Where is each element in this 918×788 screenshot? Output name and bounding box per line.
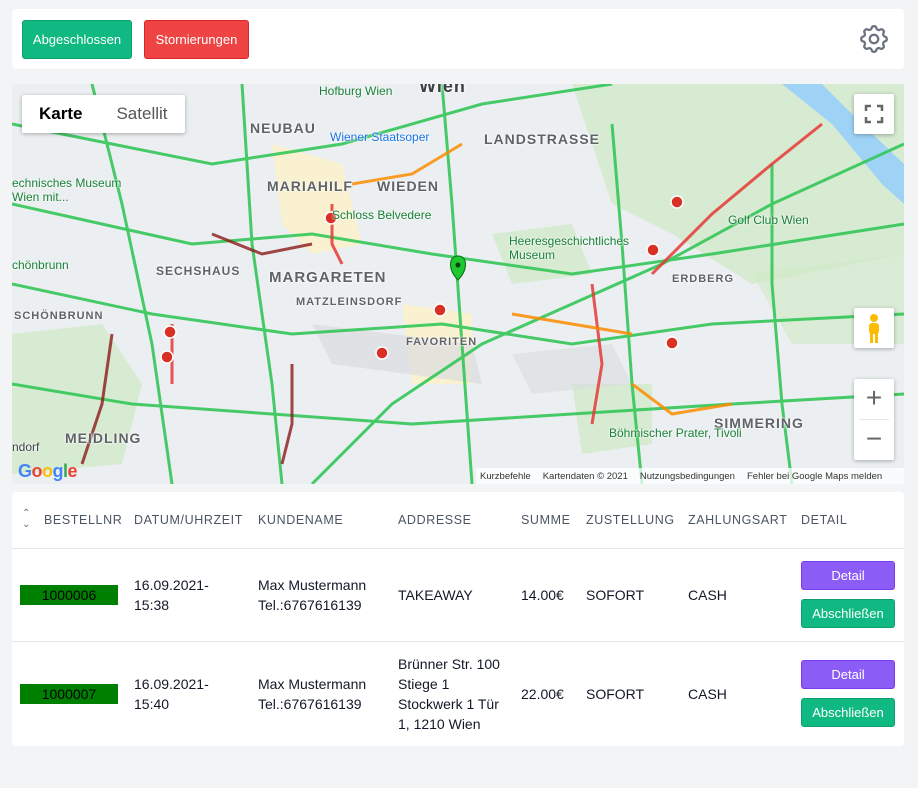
- complete-order-button[interactable]: Abschließen: [801, 698, 895, 728]
- payment-cell: CASH: [680, 548, 793, 642]
- order-number-cell: 1000006: [12, 548, 126, 642]
- order-number-cell: 1000007: [12, 641, 126, 746]
- header-customer: KUNDENAME: [250, 492, 390, 549]
- detail-button[interactable]: Detail: [801, 561, 895, 590]
- zoom-control: + −: [854, 379, 894, 460]
- district-label: WIEDEN: [377, 178, 439, 194]
- address-cell: TAKEAWAY: [390, 548, 513, 642]
- orders-table: ⌃ ⌄ BESTELLNR DATUM/UHRZEIT KUNDENAME ADD…: [12, 492, 904, 746]
- payment-cell: CASH: [688, 685, 727, 702]
- google-logo: Google: [18, 461, 78, 481]
- place-label: echnisches Museum Wien mit...: [12, 176, 122, 204]
- delivery-cell: SOFORT: [578, 548, 680, 642]
- place-label: Golf Club Wien: [728, 213, 809, 227]
- customer-cell: Max Mustermann Tel.:6767616139: [258, 675, 367, 712]
- top-toolbar: Abgeschlossen Stornierungen: [12, 9, 904, 69]
- sum-cell: 14.00€: [513, 548, 578, 642]
- place-label: Böhmischer Prater, Tivoli: [609, 426, 742, 440]
- district-label: SECHSHAUS: [156, 264, 241, 278]
- order-number-badge[interactable]: 1000006: [20, 584, 118, 605]
- district-label: SCHÖNBRUNN: [14, 310, 104, 322]
- header-detail: DETAIL: [793, 492, 904, 549]
- map-data-text: Kartendaten © 2021: [542, 470, 628, 482]
- header-delivery: ZUSTELLUNG: [578, 492, 680, 549]
- actions-cell: Detail Abschließen: [793, 548, 904, 642]
- completed-button[interactable]: Abgeschlossen: [22, 20, 132, 59]
- fullscreen-button[interactable]: [854, 94, 894, 134]
- orders-table-card: ⌃ ⌄ BESTELLNR DATUM/UHRZEIT KUNDENAME ADD…: [12, 492, 904, 746]
- map-footer: Kurzbefehle Kartendaten © 2021 Nutzungsb…: [476, 468, 904, 484]
- zoom-in-button[interactable]: +: [854, 379, 894, 419]
- datetime-cell: 16.09.2021- 15:40: [134, 675, 209, 712]
- header-address: ADDRESSE: [390, 492, 513, 549]
- street-view-pegman[interactable]: [854, 308, 894, 348]
- delivery-cell: SOFORT: [586, 685, 645, 702]
- actions-cell: Detail Abschließen: [793, 641, 904, 746]
- table-row: 1000006 16.09.2021- 15:38 Max Mustermann T…: [12, 548, 904, 642]
- map-type-switch: Karte Satellit: [22, 95, 185, 133]
- map-type-satellite[interactable]: Satellit: [99, 95, 184, 133]
- place-label: ndorf: [12, 440, 40, 454]
- place-label: Hofburg Wien: [319, 84, 393, 98]
- order-number-badge[interactable]: 1000007: [20, 683, 118, 704]
- header-payment: ZAHLUNGSART: [680, 492, 793, 549]
- map-type-map[interactable]: Karte: [22, 95, 99, 133]
- district-label: NEUBAU: [250, 120, 316, 136]
- sort-icon[interactable]: ⌃ ⌄: [22, 508, 31, 530]
- district-label: ERDBERG: [672, 273, 735, 285]
- datetime-cell: 16.09.2021- 15:38: [126, 548, 250, 642]
- traffic-map[interactable]: NEUBAU LANDSTRASSE MARIAHILF WIEDEN SECH…: [12, 84, 904, 484]
- gear-icon[interactable]: [857, 22, 891, 56]
- place-label: Schloss Belvedere: [332, 208, 432, 222]
- zoom-out-button[interactable]: −: [854, 420, 894, 460]
- report-error-link[interactable]: Fehler bei Google Maps melden: [747, 471, 882, 482]
- shortcuts-link[interactable]: Kurzbefehle: [480, 471, 531, 482]
- district-label: FAVORITEN: [406, 336, 478, 348]
- district-label: MATZLEINSDORF: [296, 296, 403, 308]
- place-label: Heeresgeschichtliches Museum: [509, 234, 630, 262]
- district-label: LANDSTRASSE: [484, 131, 601, 147]
- district-label: MARIAHILF: [267, 178, 353, 194]
- table-header-row: ⌃ ⌄ BESTELLNR DATUM/UHRZEIT KUNDENAME ADD…: [12, 492, 904, 549]
- place-label: chönbrunn: [12, 258, 69, 272]
- address-cell: Brünner Str. 100 Stiege 1 Stockwerk 1 Tü…: [398, 655, 500, 732]
- district-label: MARGARETEN: [269, 269, 387, 286]
- fullscreen-icon: [864, 104, 884, 124]
- pegman-icon: [869, 314, 879, 343]
- header-datetime: DATUM/UHRZEIT: [126, 492, 250, 549]
- cancellations-button[interactable]: Stornierungen: [144, 20, 249, 59]
- header-ordno[interactable]: ⌃ ⌄ BESTELLNR: [12, 492, 126, 549]
- sum-cell: 22.00€: [521, 685, 564, 702]
- customer-cell: Max Mustermann Tel.:6767616139: [250, 548, 390, 642]
- header-sum: SUMME: [513, 492, 578, 549]
- district-label: MEIDLING: [65, 430, 142, 446]
- complete-order-button[interactable]: Abschließen: [801, 599, 895, 628]
- city-label: Wien: [419, 84, 466, 96]
- terms-link[interactable]: Nutzungsbedingungen: [640, 471, 735, 482]
- table-row: 1000007 16.09.2021- 15:40 Max Mustermann T…: [12, 641, 904, 746]
- place-label: Wiener Staatsoper: [330, 130, 430, 144]
- detail-button[interactable]: Detail: [801, 660, 895, 690]
